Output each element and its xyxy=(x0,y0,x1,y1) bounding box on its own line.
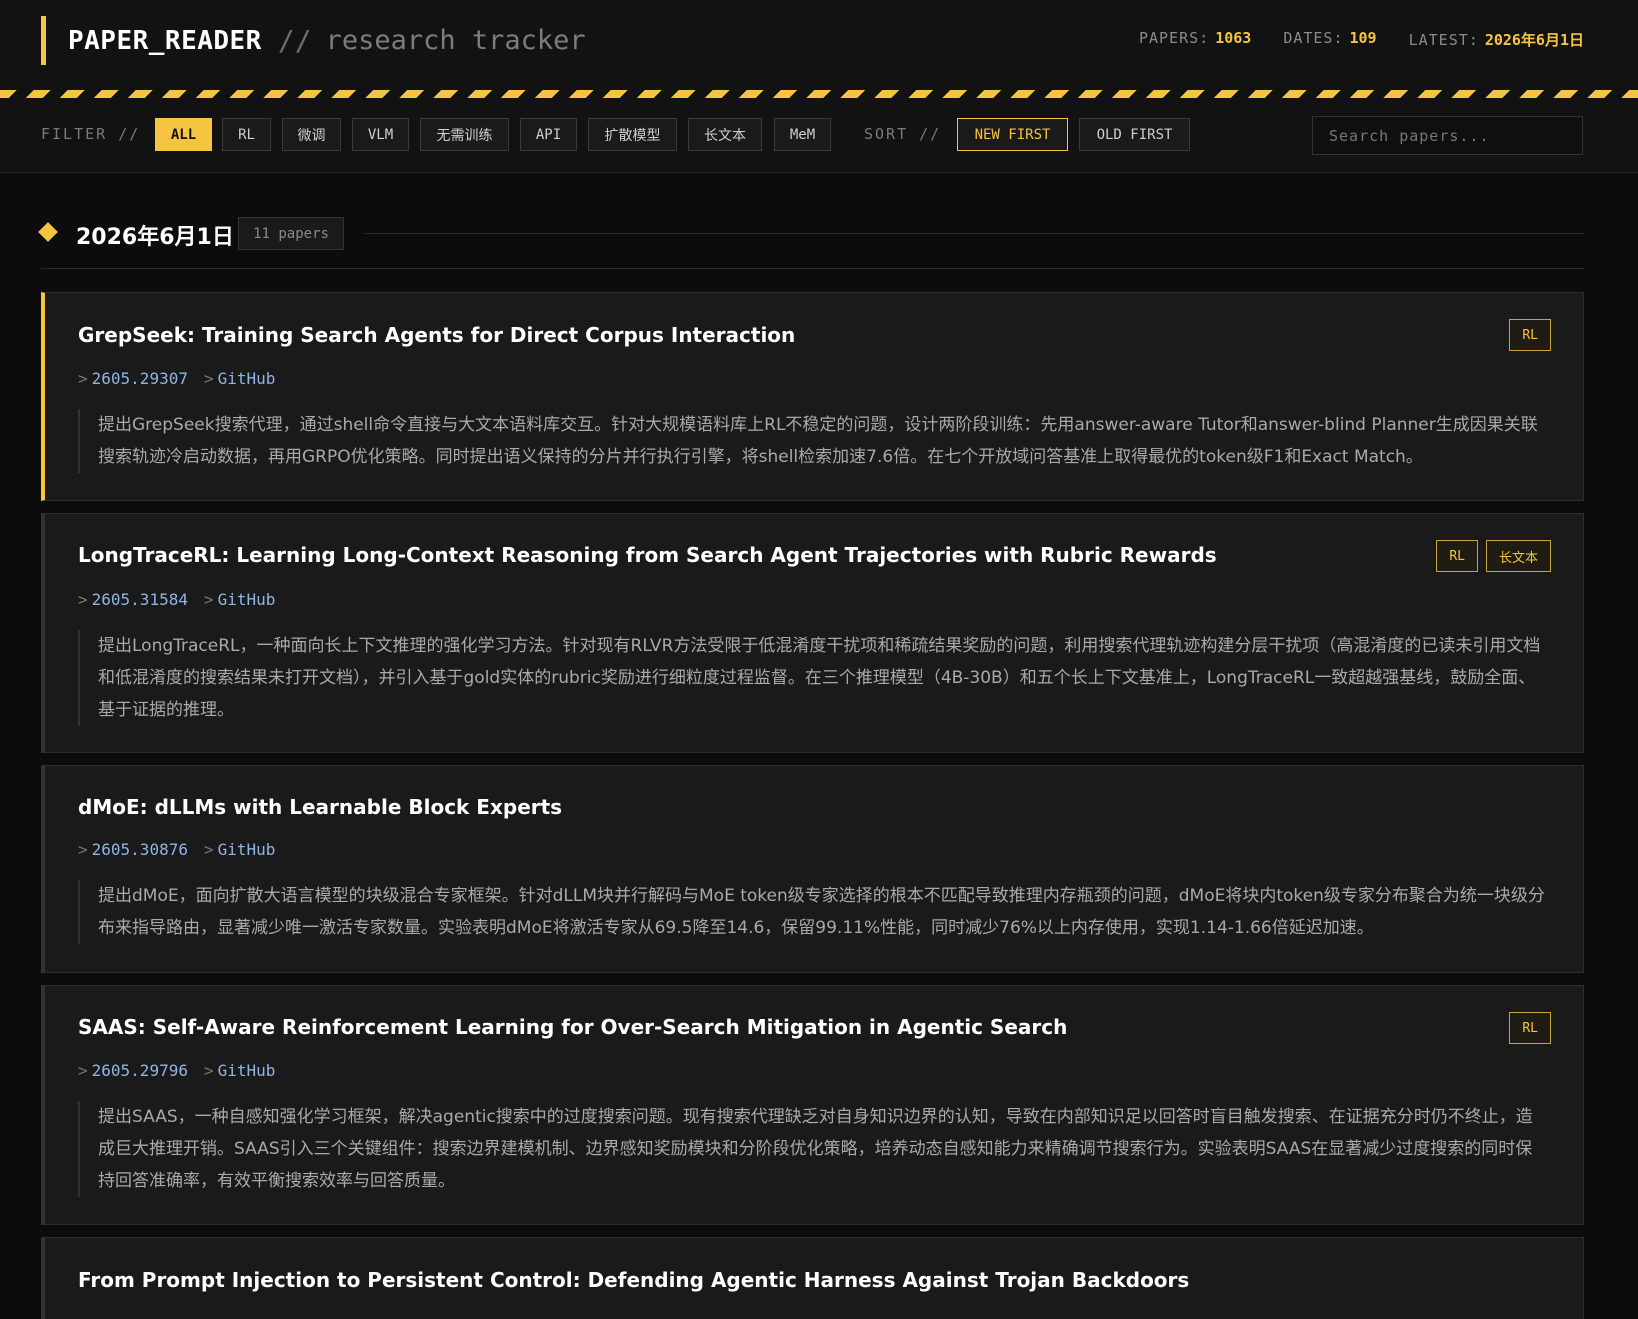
github-link[interactable]: > GitHub xyxy=(204,1061,275,1080)
github-link[interactable]: > GitHub xyxy=(204,369,275,388)
brand: PAPER_READER // research tracker xyxy=(41,16,586,65)
stat-latest: LATEST: 2026年6月1日 xyxy=(1409,29,1584,50)
github-link[interactable]: > GitHub xyxy=(204,590,275,609)
stat-latest-value: 2026年6月1日 xyxy=(1484,31,1584,49)
diamond-icon xyxy=(38,222,58,242)
paper-card[interactable]: dMoE: dLLMs with Learnable Block Experts… xyxy=(41,765,1584,973)
arxiv-id: 2605.30876 xyxy=(91,840,188,859)
search-input[interactable] xyxy=(1312,116,1583,155)
filter-training-free[interactable]: 无需训练 xyxy=(420,118,509,151)
paper-summary: 提出SAAS，一种自感知强化学习框架，解决agentic搜索中的过度搜索问题。现… xyxy=(78,1101,1549,1197)
stat-dates-value: 109 xyxy=(1349,29,1377,47)
paper-summary: 提出dMoE，面向扩散大语言模型的块级混合专家框架。针对dLLM块并行解码与Mo… xyxy=(78,880,1549,944)
filter-rl[interactable]: RL xyxy=(222,118,271,151)
paper-title[interactable]: dMoE: dLLMs with Learnable Block Experts xyxy=(78,795,562,819)
paper-summary: 提出LongTraceRL，一种面向长上下文推理的强化学习方法。针对现有RLVR… xyxy=(78,630,1549,726)
paper-links: >2605.30876 > GitHub xyxy=(78,840,275,859)
arxiv-link[interactable]: >2605.29796 xyxy=(78,1061,188,1080)
paper-summary: 提出GrepSeek搜索代理，通过shell命令直接与大文本语料库交互。针对大规… xyxy=(78,409,1549,473)
stat-dates: DATES: 109 xyxy=(1283,29,1376,50)
paper-title[interactable]: SAAS: Self-Aware Reinforcement Learning … xyxy=(78,1015,1067,1039)
tag-rl: RL xyxy=(1509,319,1551,351)
stat-dates-label: DATES: xyxy=(1283,29,1344,47)
date-divider-line xyxy=(364,233,1584,234)
sort-new-first[interactable]: NEW FIRST xyxy=(957,118,1068,151)
filter-api[interactable]: API xyxy=(520,118,577,151)
filter-mem[interactable]: MeM xyxy=(774,118,831,151)
arxiv-id: 2605.31584 xyxy=(91,590,188,609)
paper-card[interactable]: LongTraceRL: Learning Long-Context Reaso… xyxy=(41,513,1584,753)
filter-label: FILTER // xyxy=(41,125,141,143)
brand-separator: // xyxy=(277,24,312,57)
github-link[interactable]: > GitHub xyxy=(204,840,275,859)
date-group-underline xyxy=(41,268,1584,269)
paper-links: >2605.29307 > GitHub xyxy=(78,369,275,388)
filter-vlm[interactable]: VLM xyxy=(352,118,409,151)
github-label: GitHub xyxy=(217,369,276,388)
sort-old-first[interactable]: OLD FIRST xyxy=(1079,118,1190,151)
filter-finetune[interactable]: 微调 xyxy=(282,118,341,151)
app-subtitle: research tracker xyxy=(325,25,586,56)
paper-card[interactable]: SAAS: Self-Aware Reinforcement Learning … xyxy=(41,985,1584,1225)
stat-papers-value: 1063 xyxy=(1215,29,1252,47)
stat-papers-label: PAPERS: xyxy=(1138,29,1210,47)
paper-count-badge: 11 papers xyxy=(238,217,344,250)
brand-accent-bar xyxy=(41,16,46,65)
filter-diffusion[interactable]: 扩散模型 xyxy=(588,118,677,151)
stat-papers: PAPERS: 1063 xyxy=(1139,29,1251,50)
date-group-header: 2026年6月1日 11 papers xyxy=(38,217,1584,269)
date-group-title: 2026年6月1日 xyxy=(76,225,234,250)
arxiv-link[interactable]: >2605.31584 xyxy=(78,590,188,609)
app-header: PAPER_READER // research tracker PAPERS:… xyxy=(0,0,1638,90)
github-label: GitHub xyxy=(217,1061,276,1080)
tag-rl: RL xyxy=(1436,540,1478,572)
arxiv-link[interactable]: >2605.30876 xyxy=(78,840,188,859)
filter-long-context[interactable]: 长文本 xyxy=(688,118,762,151)
paper-tags: RL xyxy=(1509,1012,1551,1044)
filter-bar: FILTER // ALL RL 微调 VLM 无需训练 API 扩散模型 长文… xyxy=(0,98,1638,173)
tag-long-context: 长文本 xyxy=(1485,540,1551,572)
tag-rl: RL xyxy=(1509,1012,1551,1044)
arxiv-id: 2605.29307 xyxy=(91,369,188,388)
github-label: GitHub xyxy=(217,840,276,859)
arxiv-id: 2605.29796 xyxy=(91,1061,188,1080)
hazard-stripe-divider xyxy=(0,90,1638,98)
paper-links: >2605.29796 > GitHub xyxy=(78,1061,275,1080)
arxiv-link[interactable]: >2605.29307 xyxy=(78,369,188,388)
paper-tags: RL 长文本 xyxy=(1436,540,1551,572)
paper-title[interactable]: GrepSeek: Training Search Agents for Dir… xyxy=(78,323,795,347)
app-name: PAPER_READER xyxy=(68,25,262,56)
paper-title[interactable]: LongTraceRL: Learning Long-Context Reaso… xyxy=(78,543,1217,567)
header-stats: PAPERS: 1063 DATES: 109 LATEST: 2026年6月1日 xyxy=(1139,29,1584,50)
stat-latest-label: LATEST: xyxy=(1408,31,1479,49)
github-label: GitHub xyxy=(217,590,276,609)
paper-links: >2605.31584 > GitHub xyxy=(78,590,275,609)
paper-card[interactable]: GrepSeek: Training Search Agents for Dir… xyxy=(41,292,1584,501)
paper-tags: RL xyxy=(1509,319,1551,351)
sort-label: SORT // xyxy=(864,125,942,143)
paper-card[interactable]: From Prompt Injection to Persistent Cont… xyxy=(41,1237,1584,1319)
paper-title[interactable]: From Prompt Injection to Persistent Cont… xyxy=(78,1268,1189,1292)
filter-all[interactable]: ALL xyxy=(155,118,212,151)
